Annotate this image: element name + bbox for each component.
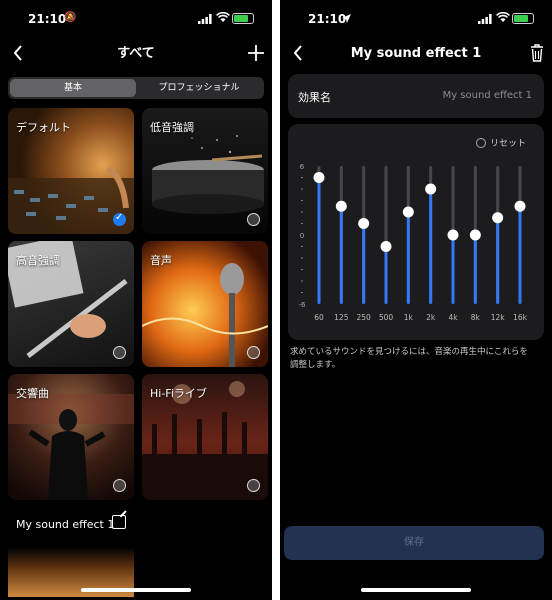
radio-icon[interactable] (247, 479, 260, 492)
eq-y-label: 0 (300, 232, 304, 240)
wifi-icon (216, 12, 230, 22)
eq-slider-fill (406, 212, 410, 304)
eq-y-tick (301, 292, 303, 293)
back-chevron-icon[interactable] (10, 45, 26, 61)
effect-name-value[interactable]: My sound effect 1 (443, 90, 532, 101)
eq-slider-knob[interactable] (447, 229, 459, 241)
page-title: My sound effect 1 (350, 46, 482, 61)
trash-icon[interactable] (530, 44, 544, 62)
eq-slider-fill (429, 189, 433, 304)
eq-y-tick (301, 257, 303, 259)
eq-y-tick (301, 177, 303, 178)
preset-label: Hi-Fiライブ (150, 387, 207, 400)
signal-icon (478, 14, 492, 24)
preset-label: 高音強調 (16, 254, 60, 267)
effect-name-label: 効果名 (298, 91, 331, 104)
eq-band-label: 125 (334, 313, 349, 322)
eq-band-label: 8k (471, 313, 481, 322)
eq-slider-fill (496, 217, 500, 304)
equalizer-card: リセット 6 0 -6 60 125 250 500 1k 2k 4k 8k 12k 16k (288, 124, 544, 340)
eq-slider-fill (339, 206, 343, 304)
selected-check-icon[interactable] (113, 212, 126, 226)
eq-slider-knob[interactable] (469, 229, 481, 241)
preset-label: 低音強調 (150, 121, 194, 134)
nav-bar: すべて (0, 40, 272, 68)
eq-y-tick (301, 188, 303, 190)
hint-text: 求めているサウンドを見つけるには、音楽の再生中にこれらを調整します。 (290, 347, 528, 370)
eq-y-tick (301, 200, 303, 201)
eq-slider-knob[interactable] (402, 206, 414, 218)
preset-label: My sound effect 1 (16, 518, 115, 531)
nav-bar: My sound effect 1 (280, 40, 552, 68)
home-indicator (361, 588, 471, 592)
page-title: すべて (117, 46, 155, 61)
radio-icon[interactable] (247, 346, 260, 359)
eq-slider-knob[interactable] (313, 172, 325, 183)
add-icon[interactable] (248, 45, 264, 61)
status-bar: 21:10 🔕 (0, 0, 272, 36)
signal-icon (198, 14, 212, 24)
eq-slider-fill (451, 235, 455, 304)
preset-tile-hifi-live[interactable]: Hi-Fiライブ (142, 374, 268, 500)
eq-y-label: -6 (299, 301, 307, 309)
battery-icon (232, 13, 254, 24)
eq-slider-fill (317, 177, 321, 304)
eq-band-label: 60 (314, 313, 324, 322)
preset-tile-custom[interactable]: My sound effect 1 (8, 507, 134, 597)
preset-tile-symphony[interactable]: 交響曲 (8, 374, 134, 500)
preset-label: デフォルト (16, 121, 71, 134)
eq-slider-fill (473, 235, 477, 304)
eq-y-label: 6 (300, 163, 305, 171)
preset-label: 音声 (150, 254, 172, 267)
radio-icon[interactable] (113, 479, 126, 492)
eq-band-label: 12k (491, 313, 506, 322)
eq-slider-knob[interactable] (380, 241, 392, 252)
tab-basic[interactable]: 基本 (10, 79, 136, 97)
preset-tile-bass[interactable]: 低音強調 (142, 108, 268, 234)
eq-band-label: 1k (404, 313, 414, 322)
radio-icon[interactable] (247, 213, 260, 226)
eq-slider-fill (362, 223, 366, 304)
wifi-icon (496, 12, 510, 22)
status-bar: 21:10 (280, 0, 552, 36)
preset-tile-treble[interactable]: 高音強調 (8, 241, 134, 367)
battery-icon (512, 13, 534, 24)
location-arrow-icon (342, 14, 351, 23)
silent-bell-icon: 🔕 (64, 12, 77, 23)
eq-y-tick (301, 246, 303, 247)
eq-slider-knob[interactable] (492, 212, 504, 224)
eq-slider-fill (518, 206, 522, 304)
eq-y-tick (301, 269, 303, 270)
home-indicator (81, 588, 191, 592)
preset-label: 交響曲 (16, 387, 49, 400)
status-time: 21:10 (308, 12, 347, 26)
eq-y-tick (301, 211, 303, 213)
preset-tile-voice[interactable]: 音声 (142, 241, 268, 367)
preset-tile-default[interactable]: デフォルト (8, 108, 134, 234)
presets-screen: 21:10 🔕 すべて 基本 プロフェッショナル デフォルト ✓ 低音強調 高音… (0, 0, 272, 600)
eq-slider-fill (384, 246, 388, 304)
eq-band-label: 2k (426, 313, 436, 322)
back-chevron-icon[interactable] (290, 45, 306, 61)
eq-band-label: 16k (513, 313, 528, 322)
eq-band-label: 250 (357, 313, 372, 322)
edit-icon[interactable] (112, 515, 126, 529)
eq-slider-knob[interactable] (358, 218, 370, 229)
eq-band-label: 500 (379, 313, 394, 322)
equalizer-chart: 60-660 125 250 500 1k 2k 4k 8k 12k 16k (299, 163, 528, 322)
category-segmented-control: 基本 プロフェッショナル (8, 77, 264, 99)
radio-icon[interactable] (113, 346, 126, 359)
effect-name-row[interactable]: 効果名 My sound effect 1 (288, 74, 544, 118)
eq-y-tick (301, 280, 303, 282)
eq-band-label: 4k (448, 313, 458, 322)
tab-professional[interactable]: プロフェッショナル (136, 79, 262, 97)
save-button[interactable]: 保存 (284, 526, 544, 560)
eq-slider-knob[interactable] (335, 200, 347, 212)
eq-y-tick (301, 223, 303, 224)
custom-eq-screen: 21:10 My sound effect 1 効果名 My sound eff… (280, 0, 552, 600)
eq-slider-knob[interactable] (514, 200, 526, 212)
eq-slider-knob[interactable] (425, 183, 437, 195)
status-time: 21:10 (28, 12, 67, 26)
